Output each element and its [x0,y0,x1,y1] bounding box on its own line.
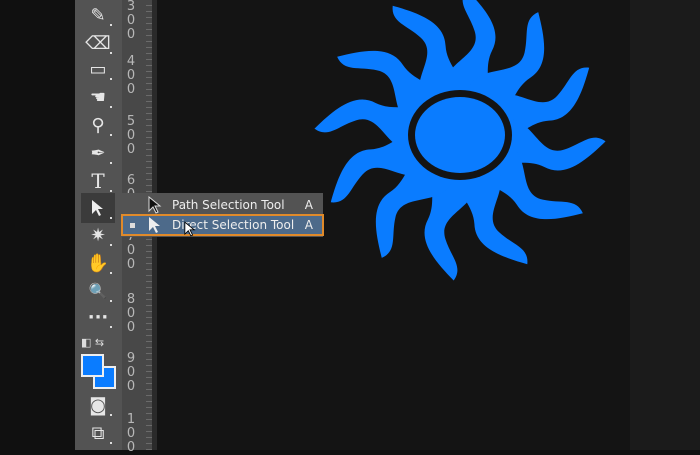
dodge-icon[interactable]: ⚲ [81,110,115,140]
menu-item-label: Path Selection Tool [172,198,285,212]
direct-selection-arrow-icon [149,217,160,233]
screen-mode-icon[interactable]: ⧉ [81,418,115,448]
menu-item-path-selection[interactable]: Path Selection Tool A [122,195,323,215]
quick-mask-icon[interactable]: ◙ [81,390,115,420]
ruler-label: 8 0 0 [126,292,136,335]
path-selection-arrow-icon [148,196,162,214]
ruler-label: 3 0 0 [126,0,136,42]
menu-item-shortcut: A [304,198,313,212]
custom-shape-icon[interactable]: ✷ [81,220,115,250]
gradient-icon[interactable]: ▭ [81,54,115,84]
hand-icon[interactable]: ✋ [81,248,115,278]
menu-item-direct-selection[interactable]: Direct Selection Tool A [121,214,324,237]
arrow-cursor-icon [92,200,103,216]
mouse-cursor-icon [184,221,196,237]
type-icon[interactable]: T [81,166,115,196]
left-margin [0,0,75,450]
ruler-label: 1 0 0 [126,412,136,455]
right-margin [630,0,700,450]
selected-indicator [130,222,135,228]
foreground-color-swatch[interactable] [81,354,104,377]
tools-panel: ✎ ⌫ ▭ ☚ ⚲ ✒ T ✷ ✋ 🔍 ··· ◧ ⇆ ◙ ⧉ [75,0,122,450]
smudge-icon[interactable]: ☚ [81,82,115,112]
pen-icon[interactable]: ✒ [81,138,115,168]
more-tools-icon[interactable]: ··· [81,302,115,332]
sun-core [415,97,505,173]
menu-item-shortcut: A [304,218,313,232]
ruler-label: 5 0 0 [126,114,136,157]
path-selection-icon[interactable] [81,193,115,223]
ruler-label: 9 0 0 [126,351,136,394]
brush-icon[interactable]: ✎ [81,0,115,30]
ruler-label: 4 0 0 [126,54,136,97]
selection-tool-flyout: Path Selection Tool A Direct Selection T… [121,193,324,237]
default-colors-icon[interactable]: ◧ ⇆ [81,336,104,349]
